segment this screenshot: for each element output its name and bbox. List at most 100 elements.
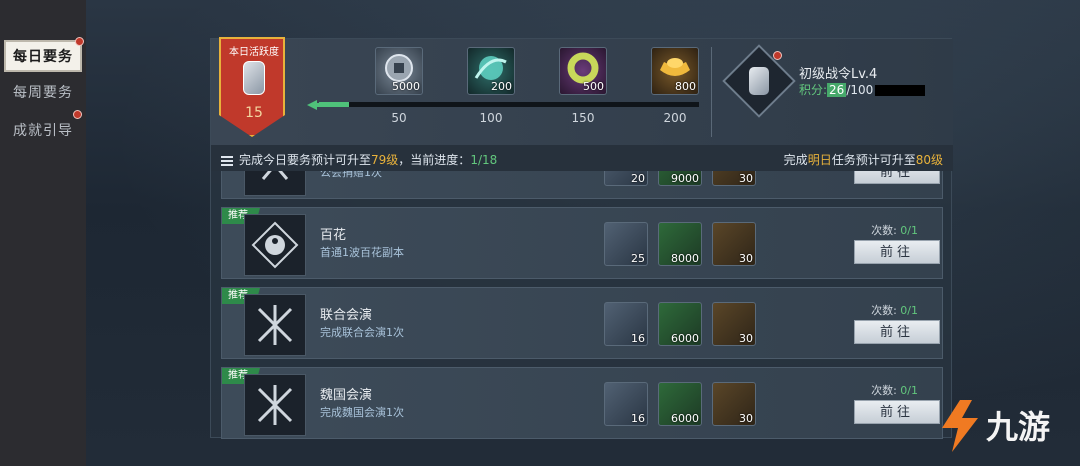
milestone-reward-amount: 5000 — [392, 80, 420, 93]
milestone-reward-amount: 500 — [583, 80, 604, 93]
reward-amount: 16 — [631, 412, 645, 425]
crossed-weapons-icon — [244, 374, 306, 436]
battle-pass-card[interactable]: 初级战令Lv.4 积分: 26/100 — [722, 44, 949, 118]
divider — [711, 47, 712, 137]
task-reward-token: 16 — [604, 382, 648, 426]
watermark-text: 九游 — [986, 408, 1051, 446]
task-reward-gold: 30 — [712, 222, 756, 266]
milestone-reward-1[interactable]: 5000 — [375, 47, 423, 95]
task-reward-gold: 30 — [712, 382, 756, 426]
go-button[interactable]: 前往 — [854, 400, 940, 424]
battle-pass-icon — [722, 44, 796, 118]
info-level: 80级 — [915, 153, 943, 167]
sidebar-item-label: 每周要务 — [13, 85, 73, 101]
score-current: 26 — [827, 83, 847, 97]
info-right: 完成明日任务预计可升至80级 — [784, 151, 943, 168]
score-label: 积分: — [799, 83, 828, 97]
milestone-reward-2[interactable]: 200 — [467, 47, 515, 95]
task-reward-gold: 30 — [712, 171, 756, 186]
task-row: 推荐 联合会演 完成联合会演1次 16 6000 30 次数: 0/1 前往 — [221, 287, 943, 359]
task-count: 次数: 0/1 — [834, 302, 918, 318]
activity-value: 15 — [245, 105, 263, 121]
sidebar-item-daily[interactable]: 每日要务 — [4, 37, 84, 72]
score-total: /100 — [846, 83, 874, 97]
reward-amount: 16 — [631, 332, 645, 345]
task-reward-exp: 9000 — [658, 171, 702, 186]
notification-badge — [75, 37, 84, 46]
battle-pass-title: 初级战令Lv.4 — [799, 67, 878, 82]
activity-banner: 本日活跃度 15 — [219, 37, 285, 137]
task-name: 百花 — [320, 228, 347, 243]
sidebar-item-achievement[interactable]: 成就引导 — [0, 110, 86, 146]
task-name: 魏国会演 — [320, 388, 373, 403]
activity-progress-bar — [319, 102, 699, 107]
task-reward-token: 16 — [604, 302, 648, 346]
nine-game-logo-icon — [942, 400, 978, 452]
info-text: 任务预计可升至 — [831, 153, 916, 167]
milestone-reward-3[interactable]: 500 — [559, 47, 607, 95]
reward-amount: 30 — [739, 252, 753, 265]
task-desc: 完成魏国会演1次 — [320, 406, 404, 419]
task-reward-exp: 6000 — [658, 382, 702, 426]
reward-amount: 20 — [631, 172, 645, 185]
milestone-threshold: 50 — [391, 111, 407, 125]
info-day: 明日 — [807, 153, 832, 167]
task-count: 次数: 0/1 — [834, 222, 918, 238]
watermark-logo: 九游 — [938, 384, 1080, 466]
milestone-reward-amount: 200 — [491, 80, 512, 93]
task-row: 推荐 魏国会演 完成魏国会演1次 16 6000 30 次数: 0/1 前往 — [221, 367, 943, 439]
task-reward-gold: 30 — [712, 302, 756, 346]
task-row: 推荐 百花 首通1波百花副本 25 8000 30 次数: 0/1 前往 — [221, 207, 943, 279]
milestone-reward-4[interactable]: 800 — [651, 47, 699, 95]
guild-icon — [244, 171, 306, 196]
reward-amount: 25 — [631, 252, 645, 265]
task-reward-exp: 6000 — [658, 302, 702, 346]
task-desc: 首通1波百花副本 — [320, 246, 404, 259]
reward-amount: 30 — [739, 172, 753, 185]
list-icon — [221, 155, 233, 166]
count-label: 次数: — [871, 384, 901, 397]
activity-progress-fill — [319, 102, 350, 107]
notification-badge — [773, 51, 782, 60]
milestone-threshold: 100 — [479, 111, 503, 125]
crossed-weapons-icon — [244, 294, 306, 356]
info-bar: 完成今日要务预计可升至79级，当前进度：1/18 完成明日任务预计可升至80级 — [211, 145, 953, 171]
count-value: 0/1 — [900, 304, 918, 317]
notification-badge — [73, 110, 82, 119]
count-label: 次数: — [871, 224, 901, 237]
activity-banner-title: 本日活跃度 — [229, 47, 279, 58]
milestone-threshold: 150 — [571, 111, 595, 125]
task-reward-token: 25 — [604, 222, 648, 266]
reward-amount: 8000 — [671, 252, 699, 265]
count-value: 0/1 — [900, 224, 918, 237]
task-name: 联合会演 — [320, 308, 373, 323]
token-icon — [243, 61, 265, 95]
go-button[interactable]: 前往 — [854, 320, 940, 344]
go-button[interactable]: 前往 — [854, 171, 940, 184]
task-reward-exp: 8000 — [658, 222, 702, 266]
battle-pass-score: 积分: 26/100 — [799, 81, 926, 98]
reward-amount: 6000 — [671, 332, 699, 345]
milestone-reward-amount: 800 — [675, 80, 696, 93]
reward-amount: 30 — [739, 412, 753, 425]
info-text: 完成今日要务预计可升至 — [239, 153, 372, 167]
activity-header: 本日活跃度 15 5000 200 500 800 50 100 150 200… — [211, 37, 953, 145]
count-label: 次数: — [871, 304, 901, 317]
task-count: 次数: 0/1 — [834, 382, 918, 398]
reward-amount: 6000 — [671, 412, 699, 425]
reward-amount: 30 — [739, 332, 753, 345]
task-row: 公会捐赠1次 20 9000 30 前往 — [221, 171, 943, 199]
sidebar-item-weekly[interactable]: 每周要务 — [0, 76, 86, 108]
count-value: 0/1 — [900, 384, 918, 397]
go-button[interactable]: 前往 — [854, 240, 940, 264]
task-list[interactable]: 公会捐赠1次 20 9000 30 前往 推荐 百花 首通1波百花副本 25 8… — [211, 171, 953, 439]
reward-amount: 9000 — [671, 172, 699, 185]
yin-yang-emblem-icon — [244, 214, 306, 276]
redacted-bar — [875, 85, 926, 96]
info-text: ，当前进度： — [398, 153, 471, 167]
info-left: 完成今日要务预计可升至79级，当前进度：1/18 — [221, 151, 497, 168]
sidebar-item-label: 每日要务 — [13, 49, 73, 65]
milestone-threshold: 200 — [663, 111, 687, 125]
info-progress: 1/18 — [470, 153, 498, 167]
sidebar: 每日要务 每周要务 成就引导 — [0, 0, 86, 466]
